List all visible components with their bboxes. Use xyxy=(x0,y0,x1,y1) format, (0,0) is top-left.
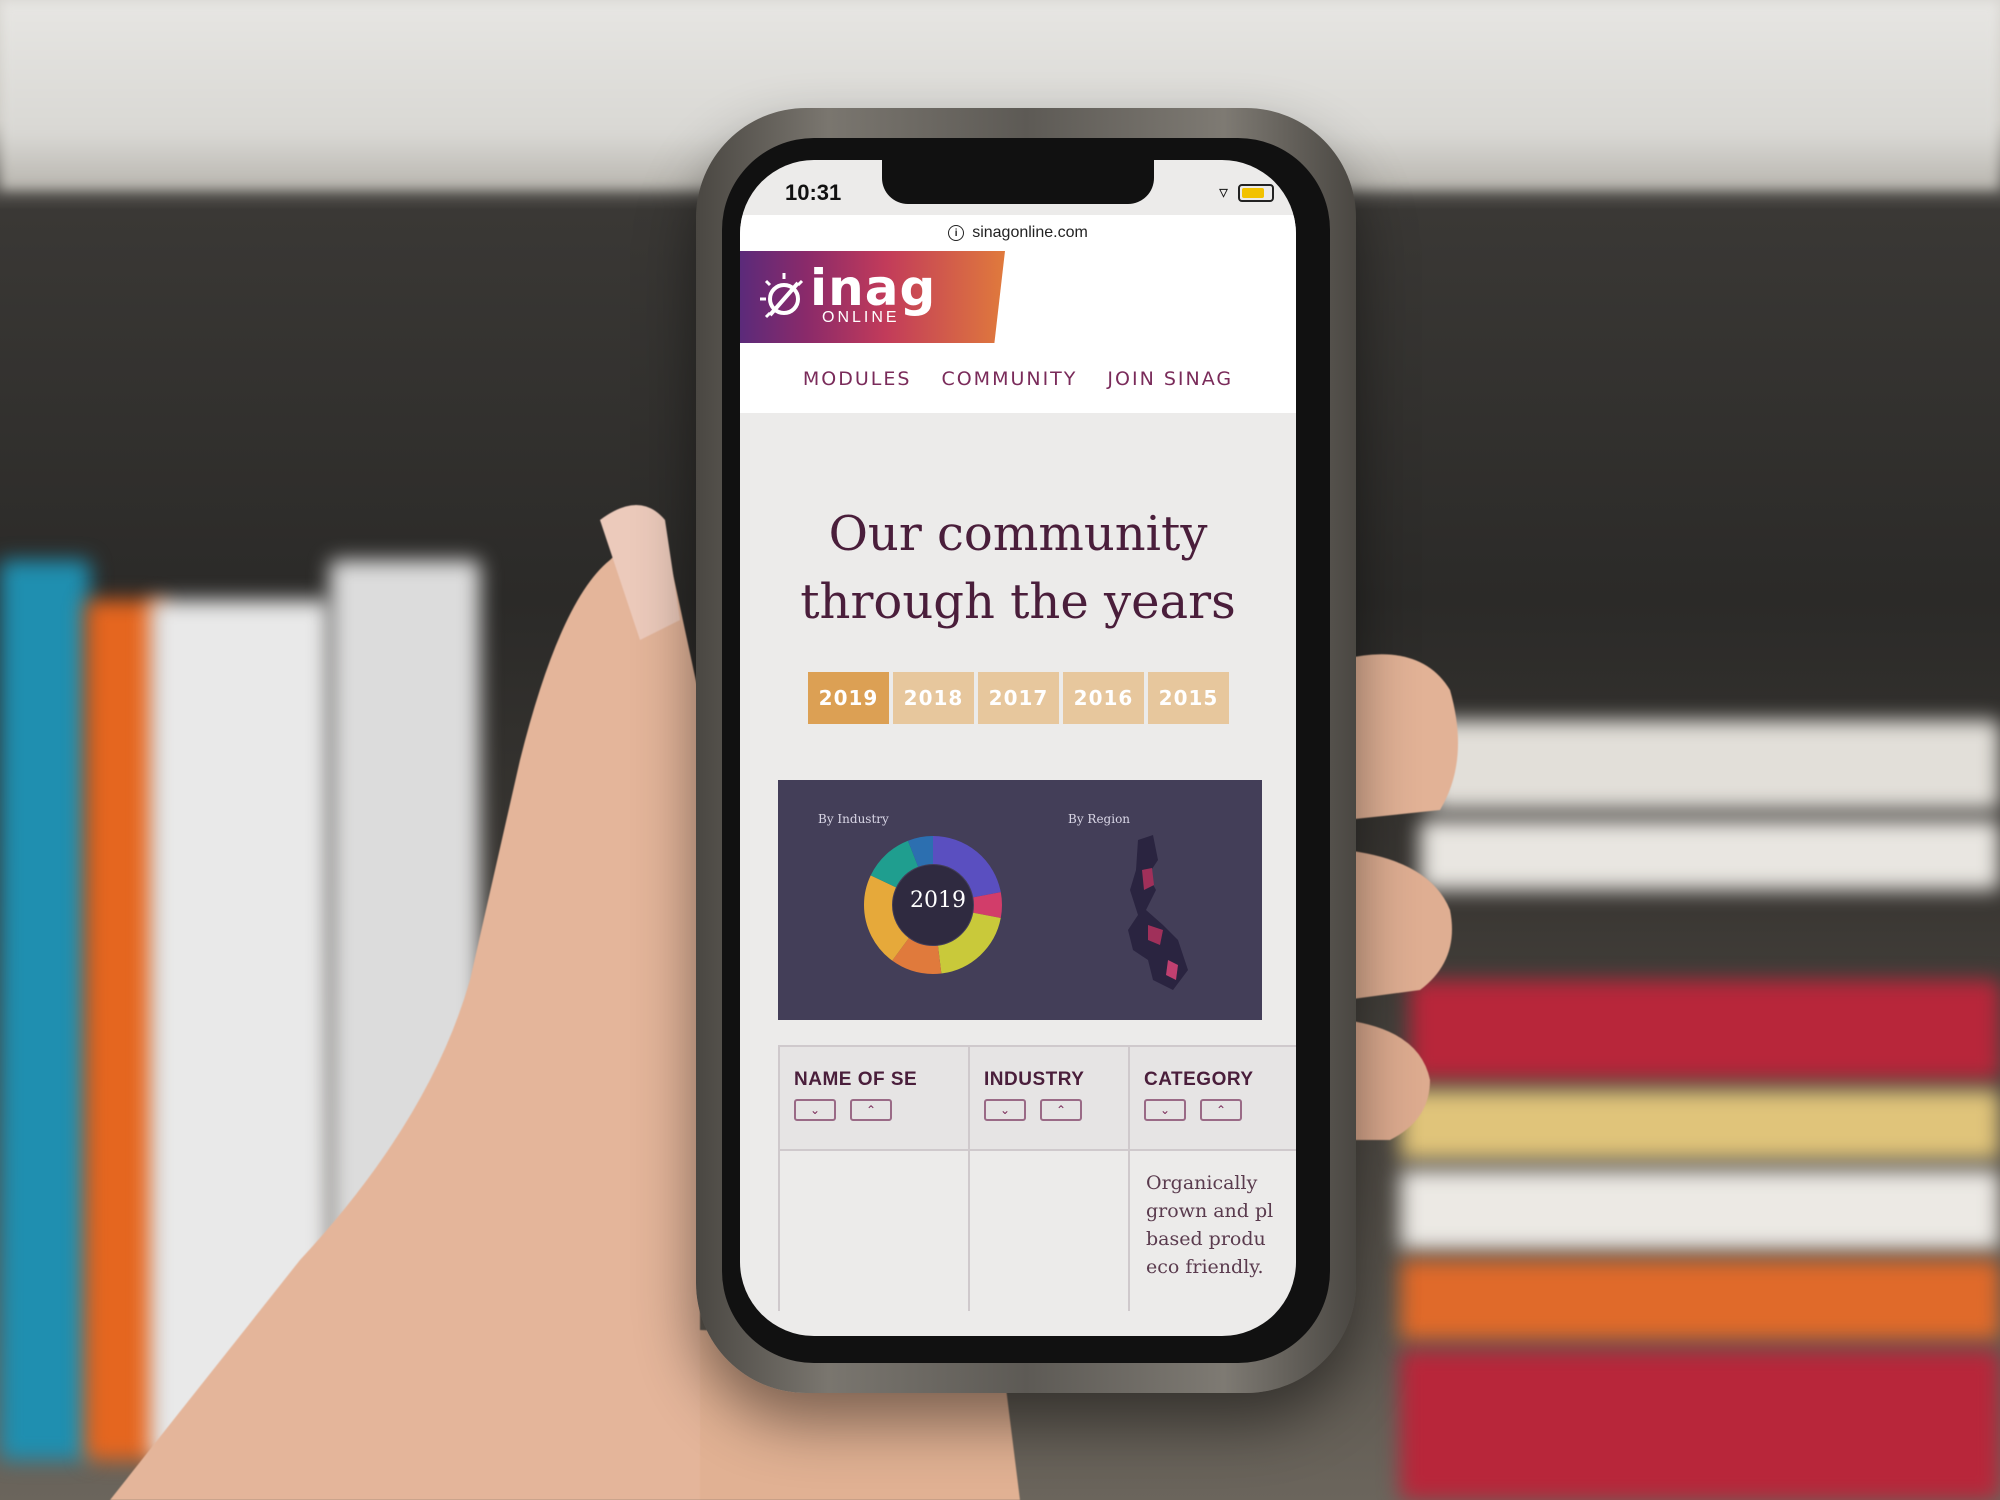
nav-modules[interactable]: MODULES xyxy=(803,368,912,390)
tab-2015[interactable]: 2015 xyxy=(1148,672,1229,724)
col-label: INDUSTRY xyxy=(984,1069,1085,1090)
title-line-2: through the years xyxy=(800,574,1236,630)
community-chart-card: By Industry By Region 2019 xyxy=(778,780,1262,1020)
status-icons: ▿ xyxy=(1219,182,1274,203)
cell-category: Organically grown and pl based produ eco… xyxy=(1128,1151,1296,1311)
col-industry: INDUSTRY ⌄ ⌃ xyxy=(968,1047,1128,1149)
cell-name xyxy=(778,1151,968,1311)
region-chart-label: By Region xyxy=(1068,812,1131,826)
sort-controls: ⌄ ⌃ xyxy=(1144,1099,1296,1121)
logo-subtitle: ONLINE xyxy=(822,309,900,326)
site-header: inag ONLINE xyxy=(740,251,1296,345)
tab-2018[interactable]: 2018 xyxy=(893,672,974,724)
sort-asc-button[interactable]: ⌃ xyxy=(1200,1099,1242,1121)
sort-desc-button[interactable]: ⌄ xyxy=(794,1099,836,1121)
sort-desc-button[interactable]: ⌄ xyxy=(984,1099,1026,1121)
site-logo[interactable]: inag ONLINE xyxy=(740,251,1005,343)
region-map xyxy=(1128,835,1188,990)
title-line-1: Our community xyxy=(828,506,1208,562)
main-nav: MODULES COMMUNITY JOIN SINAG xyxy=(740,345,1296,413)
wifi-icon: ▿ xyxy=(1218,182,1228,202)
info-icon[interactable]: i xyxy=(948,225,965,241)
sort-controls: ⌄ ⌃ xyxy=(984,1099,1128,1121)
donut-center-label: 2019 xyxy=(910,888,966,913)
col-label: CATEGORY xyxy=(1144,1069,1254,1090)
col-label: NAME OF SE xyxy=(794,1069,918,1090)
category-text: Organically grown and pl based produ eco… xyxy=(1146,1172,1274,1278)
sort-asc-button[interactable]: ⌃ xyxy=(1040,1099,1082,1121)
phone-screen: 10:31 ▿ i sinagonline.com inag ONLINE MO… xyxy=(740,160,1296,1336)
year-tabs: 2019 2018 2017 2016 2015 xyxy=(808,672,1229,724)
col-name-of-se: NAME OF SE ⌄ ⌃ xyxy=(778,1047,968,1149)
table-header: NAME OF SE ⌄ ⌃ INDUSTRY ⌄ ⌃ CATEGORY ⌄ ⌃ xyxy=(778,1045,1296,1151)
tab-2019[interactable]: 2019 xyxy=(808,672,889,724)
nav-join-sinag[interactable]: JOIN SINAG xyxy=(1107,368,1233,390)
notch xyxy=(882,160,1154,204)
tab-2017[interactable]: 2017 xyxy=(978,672,1059,724)
sun-icon xyxy=(760,273,804,319)
cell-industry xyxy=(968,1151,1128,1311)
address-bar[interactable]: i sinagonline.com xyxy=(740,215,1296,251)
sort-desc-button[interactable]: ⌄ xyxy=(1144,1099,1186,1121)
status-time: 10:31 xyxy=(785,180,842,205)
page-title: Our community through the years xyxy=(740,500,1296,636)
table-row: Organically grown and pl based produ eco… xyxy=(778,1151,1296,1311)
col-category: CATEGORY ⌄ ⌃ xyxy=(1128,1047,1296,1149)
sort-asc-button[interactable]: ⌃ xyxy=(850,1099,892,1121)
se-table: NAME OF SE ⌄ ⌃ INDUSTRY ⌄ ⌃ CATEGORY ⌄ ⌃ xyxy=(778,1045,1296,1311)
industry-chart-label: By Industry xyxy=(818,812,889,826)
nav-community[interactable]: COMMUNITY xyxy=(941,368,1077,390)
battery-icon xyxy=(1238,183,1274,202)
tab-2016[interactable]: 2016 xyxy=(1063,672,1144,724)
sort-controls: ⌄ ⌃ xyxy=(794,1099,968,1121)
url-text: sinagonline.com xyxy=(972,224,1088,241)
